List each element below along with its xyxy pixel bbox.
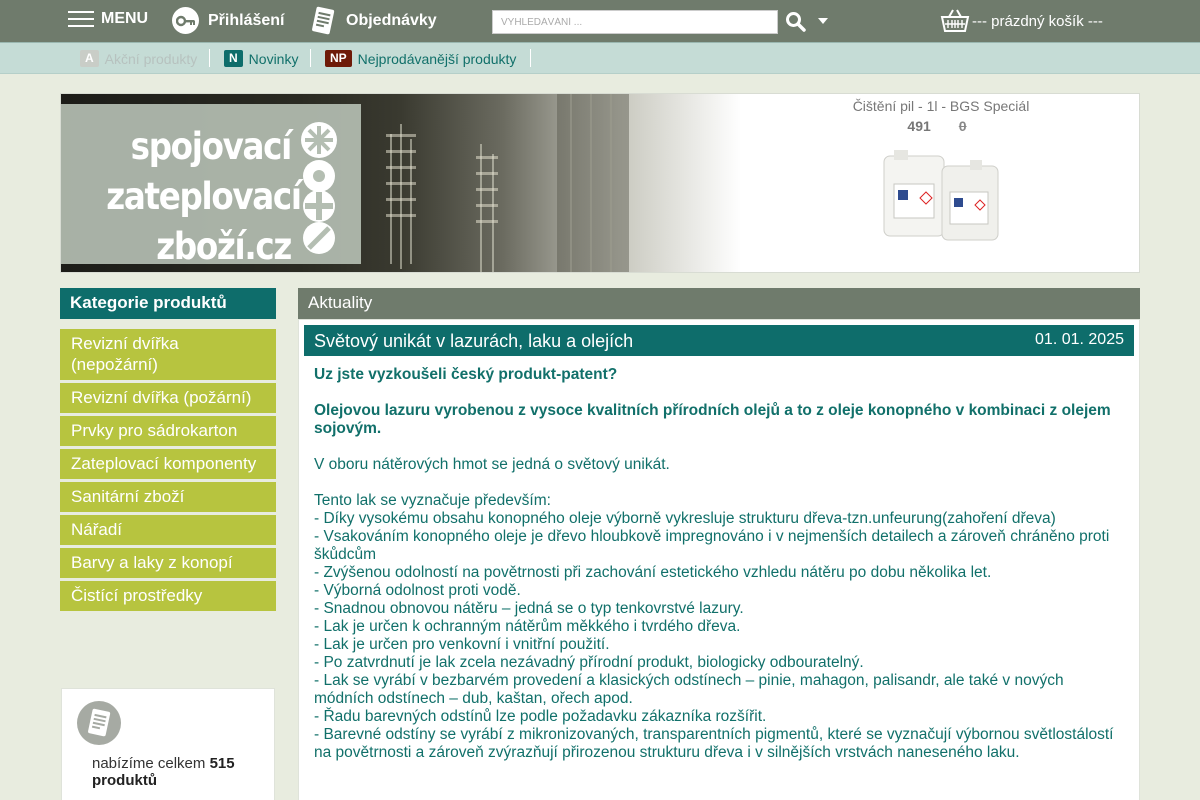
login-button[interactable]: Přihlášení — [172, 7, 284, 34]
article-bullet: - Lak se vyrábí v bezbarvém provedení a … — [314, 672, 1064, 707]
product-filter-bar: A Akční produkty N Novinky NP Nejprodáva… — [0, 42, 1200, 74]
article-bullet: - Vsakováním konopného oleje je dřevo hl… — [314, 528, 1110, 563]
article-bullet: - Snadnou obnovou nátěru – jedná se o ty… — [314, 600, 744, 617]
article-bullet: - Barevné odstíny se vyrábí z mikronizov… — [314, 726, 1114, 761]
canister-image — [883, 150, 999, 241]
divider — [530, 49, 531, 67]
article-bullet: - Výborná odolnost proti vodě. — [314, 582, 521, 599]
category-item[interactable]: Prvky pro sádrokarton — [60, 416, 276, 446]
subnav-label: Novinky — [248, 50, 299, 67]
product-count-prefix: nabízíme celkem — [92, 755, 206, 772]
article-bullet: - Zvýšenou odolností na povětrnosti při … — [314, 564, 992, 581]
category-item[interactable]: Revizní dvířka (požární) — [60, 383, 276, 413]
categories-list: Revizní dvířka (nepožární) Revizní dvířk… — [60, 329, 276, 614]
document-icon — [77, 701, 121, 745]
cart-button[interactable]: --- prázdný košík --- — [940, 8, 1103, 34]
article-bullet: - Lak je určen pro venkovní i vnitřní po… — [314, 636, 610, 653]
key-icon — [172, 7, 199, 34]
category-item[interactable]: Barvy a laky z konopí — [60, 548, 276, 578]
subnav-action-products[interactable]: A Akční produkty — [80, 50, 197, 67]
divider — [209, 49, 210, 67]
article-bullet: - Řadu barevných odstínů lze podle požad… — [314, 708, 767, 725]
header-banner: spojovací zateplovací zboží.cz Čištění p… — [60, 93, 1140, 273]
caret-down-icon — [818, 18, 828, 24]
subnav-bestsellers[interactable]: NP Nejprodávanější produkty — [325, 50, 516, 67]
article-list-intro: Tento lak se vyznačuje především: — [314, 492, 551, 509]
subnav-label: Akční produkty — [104, 50, 198, 67]
promo-old-price: 0 — [958, 118, 967, 134]
promo-title: Čištění pil - 1l - BGS Speciál — [852, 98, 1030, 114]
promo-price: 491 — [907, 118, 931, 134]
search-input[interactable] — [492, 10, 778, 34]
search-icon — [786, 12, 806, 32]
article-title: Světový unikát v lazurách, laku a olejíc… — [314, 331, 634, 351]
article-bullet: - Díky vysokému obsahu konopného oleje v… — [314, 510, 1056, 527]
bolts-illustration — [386, 94, 629, 272]
product-count-suffix: produktů — [92, 772, 157, 789]
promo-product-image[interactable] — [876, 148, 1006, 244]
logo-line: spojovací — [130, 125, 293, 168]
divider — [310, 49, 311, 67]
subnav-badge: N — [224, 50, 243, 67]
document-icon — [312, 6, 335, 35]
subnav-badge: A — [80, 50, 99, 67]
orders-button[interactable]: Objednávky — [308, 5, 437, 37]
article-intro: Olejovou lazuru vyrobenou z vysoce kvali… — [314, 402, 1111, 437]
subnav-new-products[interactable]: N Novinky — [224, 50, 298, 67]
news-article: Světový unikát v lazurách, laku a olejíc… — [298, 319, 1140, 800]
subnav-label: Nejprodávanější produkty — [357, 50, 517, 67]
hamburger-icon — [68, 9, 94, 29]
article-intro: Uz jste vyzkoušeli český produkt-patent? — [314, 366, 618, 383]
article-bullet: - Po zatvrdnutí je lak zcela nezávadný p… — [314, 654, 864, 671]
category-item[interactable]: Sanitární zboží — [60, 482, 276, 512]
product-count-text: nabízíme celkem 515 produktů — [92, 755, 262, 789]
basket-icon — [940, 9, 970, 32]
search-button[interactable] — [784, 10, 808, 34]
logo-text: spojovací zateplovací zboží.cz — [106, 122, 302, 272]
logo-line: zboží.cz — [156, 225, 292, 268]
category-item[interactable]: Čistící prostředky — [60, 581, 276, 611]
article-body: Uz jste vyzkoušeli český produkt-patent?… — [314, 366, 1114, 762]
article-header[interactable]: Světový unikát v lazurách, laku a olejíc… — [304, 325, 1134, 356]
article-paragraph: V oboru nátěrových hmot se jedná o světo… — [314, 456, 670, 473]
product-count-box: nabízíme celkem 515 produktů — [61, 688, 275, 800]
categories-header: Kategorie produktů — [60, 288, 276, 319]
subnav-badge: NP — [325, 50, 352, 67]
login-label: Přihlášení — [208, 11, 285, 29]
site-logo[interactable]: spojovací zateplovací zboží.cz — [61, 104, 361, 268]
logo-symbols-icon — [301, 122, 337, 254]
menu-button[interactable]: MENU — [68, 9, 148, 29]
product-count-value: 515 — [209, 755, 235, 772]
cart-label: --- prázdný košík --- — [972, 12, 1103, 30]
news-header: Aktuality — [298, 288, 1140, 319]
category-item[interactable]: Revizní dvířka (nepožární) — [60, 329, 276, 380]
promo-prices: 491 0 — [821, 118, 1061, 134]
menu-label: MENU — [101, 10, 149, 27]
category-item[interactable]: Nářadí — [60, 515, 276, 545]
article-bullet: - Lak je určen k ochranným nátěrům měkké… — [314, 618, 741, 635]
search-options-toggle[interactable] — [816, 14, 830, 28]
category-item[interactable]: Zateplovací komponenty — [60, 449, 276, 479]
orders-label: Objednávky — [346, 12, 437, 29]
article-date: 01. 01. 2025 — [1035, 331, 1124, 348]
top-navigation-bar: MENU Přihlášení Objednávky VYHLEDÁVÁNÍ .… — [0, 0, 1200, 42]
promo-product[interactable]: Čištění pil - 1l - BGS Speciál 491 0 — [821, 98, 1061, 244]
logo-line: zateplovací — [106, 175, 302, 218]
